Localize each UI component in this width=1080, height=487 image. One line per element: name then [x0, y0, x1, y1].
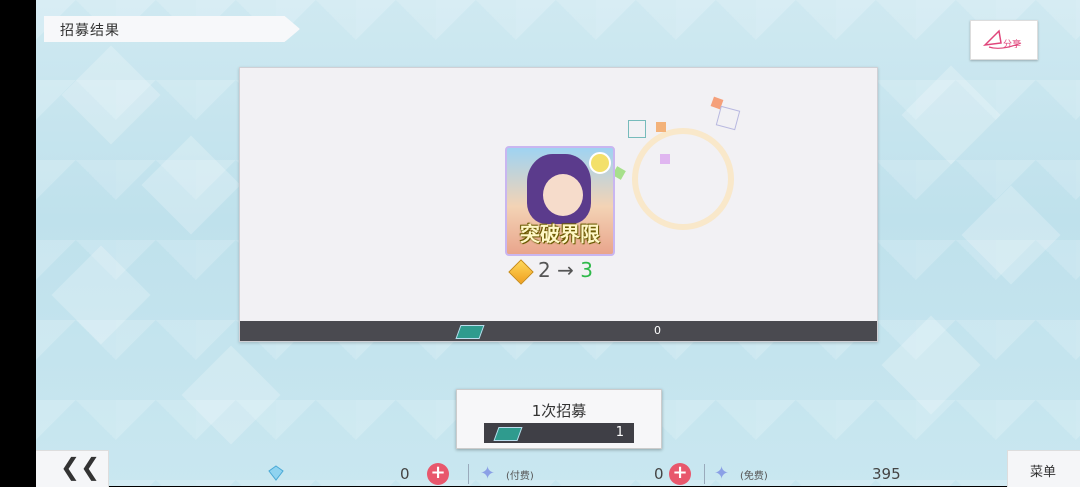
- add-gems-plus-button[interactable]: +: [427, 463, 449, 485]
- bg-diamond: [961, 185, 1061, 285]
- free-value: 395: [872, 465, 901, 483]
- share-icon: 分享: [982, 29, 1022, 50]
- ticket-count: 0: [654, 324, 661, 337]
- star-crystal-icon: ✦: [480, 463, 496, 484]
- confetti-piece: [628, 120, 646, 138]
- ticket-icon: [493, 427, 523, 441]
- free-label: (免费): [740, 471, 768, 482]
- bg-diamond: [141, 135, 241, 235]
- pull-cost-value: 1: [615, 425, 624, 440]
- divider: [468, 464, 469, 484]
- bg-diamond: [51, 245, 151, 345]
- star-badge-icon: [589, 152, 611, 174]
- sparkle-ring-effect: [632, 128, 734, 230]
- gems-value: 0: [400, 465, 410, 483]
- result-panel: 突破界限 2 → 3 0: [239, 67, 878, 342]
- confetti-piece: [660, 154, 670, 164]
- share-button[interactable]: 分享: [970, 20, 1038, 60]
- level-from: 2: [538, 258, 551, 282]
- bg-diamond: [901, 65, 1001, 165]
- page-title-tab: 招募结果: [44, 16, 300, 42]
- confetti-piece: [715, 105, 741, 131]
- character-card[interactable]: 突破界限: [505, 146, 615, 256]
- menu-button[interactable]: 菜单: [1007, 450, 1080, 487]
- back-double-chevron-icon: ❮❮: [60, 453, 101, 481]
- orange-gem-icon: [508, 258, 534, 285]
- share-label: 分享: [1003, 38, 1021, 50]
- paid-value: 0: [654, 465, 664, 483]
- confetti-piece: [656, 122, 666, 132]
- pull-button-label: 1次招募: [531, 402, 587, 420]
- level-arrow: →: [557, 258, 574, 282]
- level-to: 3: [580, 258, 593, 282]
- single-pull-button[interactable]: 1次招募 1: [456, 389, 662, 449]
- page-title: 招募结果: [60, 23, 120, 39]
- card-title: 突破界限: [520, 222, 600, 246]
- star-crystal-icon: ✦: [714, 463, 730, 484]
- diamond-gem-icon: [268, 465, 284, 481]
- divider: [704, 464, 705, 484]
- level-progress: 2 → 3: [508, 258, 593, 285]
- card-character-face: [543, 174, 583, 216]
- pull-cost-bar: 1: [484, 423, 634, 443]
- bg-diamond: [881, 315, 981, 415]
- ticket-icon: [455, 325, 485, 339]
- paid-label: (付费): [506, 471, 534, 482]
- back-button[interactable]: ❮❮: [36, 450, 109, 487]
- menu-label: 菜单: [1030, 465, 1057, 480]
- add-paid-plus-button[interactable]: +: [669, 463, 691, 485]
- bg-diamond: [61, 45, 161, 145]
- bg-diamond: [181, 345, 281, 445]
- result-footer-bar: 0: [240, 321, 877, 341]
